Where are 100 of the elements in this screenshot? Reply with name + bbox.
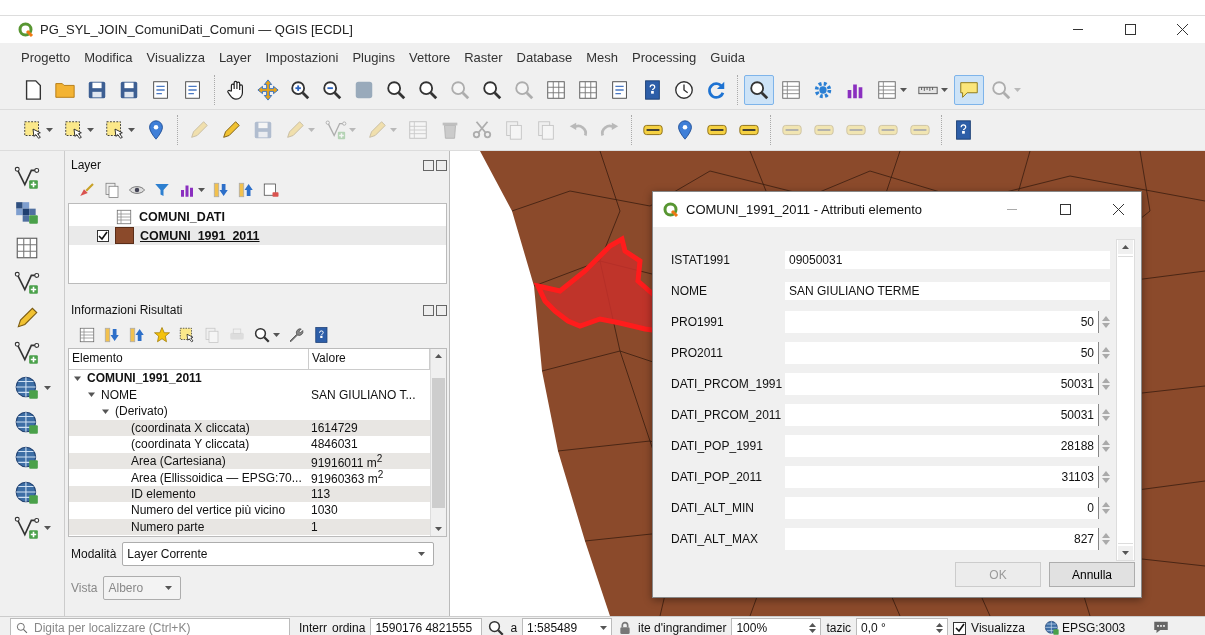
caret-icon[interactable] — [941, 88, 948, 92]
column-header[interactable]: Valore — [309, 349, 430, 369]
dialog-button[interactable]: Annulla — [1049, 562, 1135, 587]
tree-item-label[interactable]: (coordinata X cliccata) — [131, 420, 250, 435]
column-header[interactable]: Elemento — [69, 349, 309, 369]
magnifier-spinbox[interactable]: 100% — [731, 618, 822, 635]
menu-item[interactable]: Database — [509, 49, 580, 65]
tree-item-label[interactable]: Area (Cartesiana) — [131, 454, 226, 468]
toolbar-button[interactable] — [14, 375, 51, 401]
caret-icon[interactable] — [273, 333, 280, 337]
four-arrow-icon — [257, 79, 279, 101]
rotation-spinbox[interactable]: 0,0 ° — [856, 618, 949, 635]
text-field[interactable]: 09050031 — [785, 251, 1110, 269]
menu-item[interactable]: Raster — [457, 49, 510, 65]
text-field[interactable]: SAN GIULIANO TERME — [785, 282, 1110, 300]
crs-button[interactable]: EPSG:3003 — [1061, 621, 1126, 635]
toolbar-button[interactable] — [14, 200, 40, 226]
caret-icon[interactable] — [600, 626, 608, 630]
caret-icon[interactable] — [46, 128, 53, 132]
grid-icon — [545, 79, 567, 101]
caret-icon[interactable] — [128, 128, 135, 132]
value-text: 1614729 — [310, 420, 359, 435]
arrow-down-icon — [103, 326, 121, 344]
tree-item-label[interactable]: (Derivato) — [115, 404, 168, 419]
arrow-up-icon — [237, 181, 255, 199]
magnifier-icon — [513, 79, 535, 101]
menu-item[interactable]: Vettore — [402, 49, 458, 65]
menu-item[interactable]: Progetto — [14, 49, 78, 65]
caret-icon[interactable] — [44, 526, 51, 530]
menu-item[interactable]: Visualizza — [139, 49, 212, 65]
menu-item[interactable]: Guida — [703, 49, 752, 65]
table-icon — [115, 207, 133, 226]
close-icon — [1112, 204, 1124, 215]
menu-item[interactable]: Plugins — [345, 49, 403, 65]
scrollbar[interactable] — [1116, 239, 1135, 561]
tree-item-label[interactable]: Area (Ellissoidica — EPSG:70... — [131, 470, 302, 485]
scroll-down-button[interactable] — [1118, 546, 1133, 560]
scrollbar[interactable] — [430, 349, 446, 536]
tree-item-label[interactable]: COMUNI_1991_2011 — [87, 371, 202, 386]
triangle-icon — [1122, 551, 1129, 555]
toolbar-button[interactable] — [14, 270, 40, 296]
selection-icon — [178, 326, 196, 344]
menu-item[interactable]: Processing — [625, 49, 704, 65]
toolbar-button[interactable] — [14, 165, 40, 191]
mode-dropdown[interactable]: Layer Corrente — [122, 542, 435, 566]
toolbar-button[interactable] — [14, 410, 40, 436]
render-checkbox[interactable] — [953, 621, 967, 635]
qgis-logo-icon — [18, 21, 34, 38]
dialog-title: COMUNI_1991_2011 - Attributi elemento — [686, 202, 924, 217]
float-button[interactable] — [423, 159, 434, 171]
tree-item-label[interactable]: ID elemento — [131, 486, 196, 501]
caret-icon[interactable] — [418, 552, 426, 556]
field-label: ISTAT1991 — [671, 253, 731, 267]
locator-field[interactable]: Digita per localizzare (Ctrl+K) — [10, 618, 290, 635]
menu-item[interactable]: Layer — [211, 49, 259, 65]
tree-item-label[interactable]: Numero del vertice più vicino — [131, 503, 286, 518]
vertex-icon — [14, 270, 40, 296]
float-button[interactable] — [423, 304, 434, 316]
table-icon — [78, 326, 96, 344]
caret-icon[interactable] — [900, 88, 907, 92]
panel-title: Informazioni Risultati — [71, 303, 183, 317]
value-text: 1030 — [310, 503, 339, 518]
panel-title: Layer — [71, 158, 102, 172]
close-button[interactable] — [436, 304, 447, 316]
layer-row[interactable]: COMUNI_DATI — [69, 207, 446, 226]
magnifier-icon — [990, 79, 1012, 101]
menu-item[interactable]: Modifica — [77, 49, 140, 65]
triangle-icon — [1122, 245, 1129, 249]
minimize-icon — [1007, 209, 1017, 210]
expand-arrow[interactable] — [87, 390, 96, 400]
value-text: 1 — [310, 519, 319, 534]
caret-icon[interactable] — [87, 128, 94, 132]
caret-icon[interactable] — [44, 386, 51, 390]
toolbar-button[interactable] — [14, 340, 40, 366]
scroll-up-button[interactable] — [1118, 240, 1133, 254]
tree-item-label[interactable]: (coordinata Y cliccata) — [131, 437, 250, 452]
speech-bubble-icon — [958, 79, 980, 101]
tree-item-label[interactable]: Numero parte — [131, 519, 205, 534]
menu-item[interactable]: Impostazioni — [258, 49, 346, 65]
field-label: PRO2011 — [671, 346, 724, 360]
pencil-icon — [14, 305, 40, 331]
field-label: Vista — [71, 581, 98, 595]
menu-item[interactable]: Mesh — [579, 49, 625, 65]
toolbar-button[interactable] — [744, 75, 774, 105]
scale-dropdown[interactable]: 1:585489 — [522, 618, 613, 635]
tree-item-label[interactable]: NOME — [101, 387, 137, 402]
close-button[interactable] — [436, 159, 447, 171]
layer-checkbox[interactable] — [97, 229, 109, 242]
toolbar-button[interactable] — [14, 515, 51, 541]
toolbar-button[interactable] — [14, 480, 40, 506]
pencil-icon — [284, 119, 306, 141]
grid-icon — [577, 79, 599, 101]
toolbar-button[interactable] — [14, 445, 40, 471]
caret-icon[interactable] — [198, 188, 205, 192]
layer-row[interactable]: COMUNI_1991_2011 — [69, 226, 446, 245]
coordinate-field[interactable]: 1590176 4821555 — [370, 618, 483, 635]
wrench-icon — [287, 326, 305, 344]
field-label: DATI_ALT_MAX — [671, 532, 759, 546]
window-title: PG_SYL_JOIN_ComuniDati_Comuni — QGIS [ECDL] — [40, 22, 354, 37]
magnifier-icon — [487, 619, 506, 635]
